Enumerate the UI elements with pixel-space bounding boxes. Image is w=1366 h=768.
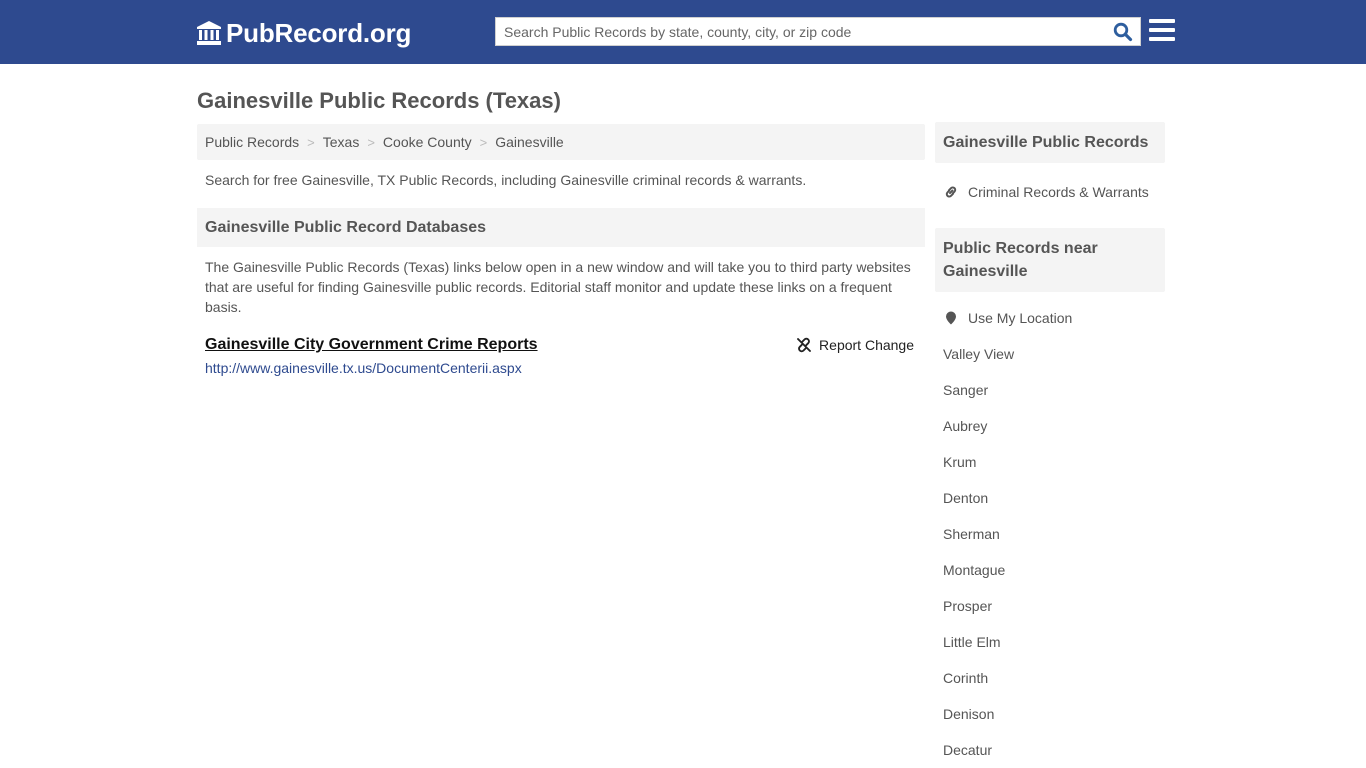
nearby-city-link[interactable]: Denton (935, 480, 1165, 516)
breadcrumb-separator: > (479, 134, 488, 150)
sidebar-link-criminal-records[interactable]: Criminal Records & Warrants (935, 174, 1165, 210)
record-item: Gainesville City Government Crime Report… (197, 317, 925, 376)
menu-icon-bar (1149, 37, 1175, 41)
main-content: Public Records > Texas > Cooke County > … (197, 124, 925, 376)
use-my-location-link[interactable]: Use My Location (935, 300, 1165, 336)
record-url-link[interactable]: http://www.gainesville.tx.us/DocumentCen… (205, 360, 917, 376)
nearby-city-link[interactable]: Aubrey (935, 408, 1165, 444)
page-title: Gainesville Public Records (Texas) (197, 88, 561, 113)
search-button[interactable] (1106, 18, 1140, 45)
hamburger-menu-button[interactable] (1149, 19, 1175, 43)
logo-text: PubRecord.org (226, 18, 412, 48)
sidebar: Gainesville Public Records Criminal Reco… (935, 122, 1165, 768)
search-icon (1113, 22, 1133, 41)
search-input[interactable] (496, 18, 1106, 45)
nearby-city-link[interactable]: Montague (935, 552, 1165, 588)
map-pin-icon (946, 311, 956, 325)
sidebar-nearby-heading: Public Records near Gainesville (935, 228, 1165, 292)
broken-link-icon (797, 337, 811, 353)
breadcrumb-gainesville[interactable]: Gainesville (495, 134, 563, 150)
nearby-cities-list: Valley View Sanger Aubrey Krum Denton Sh… (935, 336, 1165, 768)
nearby-city-link[interactable]: Sanger (935, 372, 1165, 408)
nearby-city-link[interactable]: Decatur (935, 732, 1165, 768)
search-bar (495, 17, 1141, 46)
nearby-city-link[interactable]: Denison (935, 696, 1165, 732)
nearby-city-link[interactable]: Little Elm (935, 624, 1165, 660)
nearby-city-link[interactable]: Valley View (935, 336, 1165, 372)
databases-description: The Gainesville Public Records (Texas) l… (205, 259, 911, 315)
link-icon (945, 186, 957, 198)
nearby-city-link[interactable]: Corinth (935, 660, 1165, 696)
menu-icon-bar (1149, 28, 1175, 32)
breadcrumb-cooke-county[interactable]: Cooke County (383, 134, 472, 150)
intro-text: Search for free Gainesville, TX Public R… (205, 172, 807, 188)
top-navigation-bar: PubRecord.org (0, 0, 1366, 64)
nearby-city-link[interactable]: Sherman (935, 516, 1165, 552)
menu-icon-bar (1149, 19, 1175, 23)
breadcrumb-separator: > (307, 134, 315, 150)
breadcrumb-public-records[interactable]: Public Records (205, 134, 299, 150)
breadcrumb: Public Records > Texas > Cooke County > … (197, 124, 925, 160)
sidebar-link-label: Criminal Records & Warrants (968, 184, 1149, 200)
use-my-location-label: Use My Location (968, 310, 1073, 326)
databases-heading: Gainesville Public Record Databases (197, 208, 925, 247)
report-change-button[interactable]: Report Change (796, 335, 914, 355)
nearby-city-link[interactable]: Prosper (935, 588, 1165, 624)
breadcrumb-separator: > (367, 134, 375, 150)
report-change-label: Report Change (819, 337, 914, 353)
courthouse-icon (197, 21, 221, 45)
sidebar-records-heading: Gainesville Public Records (935, 122, 1165, 163)
breadcrumb-texas[interactable]: Texas (323, 134, 360, 150)
record-title-link[interactable]: Gainesville City Government Crime Report… (205, 335, 538, 355)
site-logo[interactable]: PubRecord.org (196, 18, 411, 48)
nearby-city-link[interactable]: Krum (935, 444, 1165, 480)
